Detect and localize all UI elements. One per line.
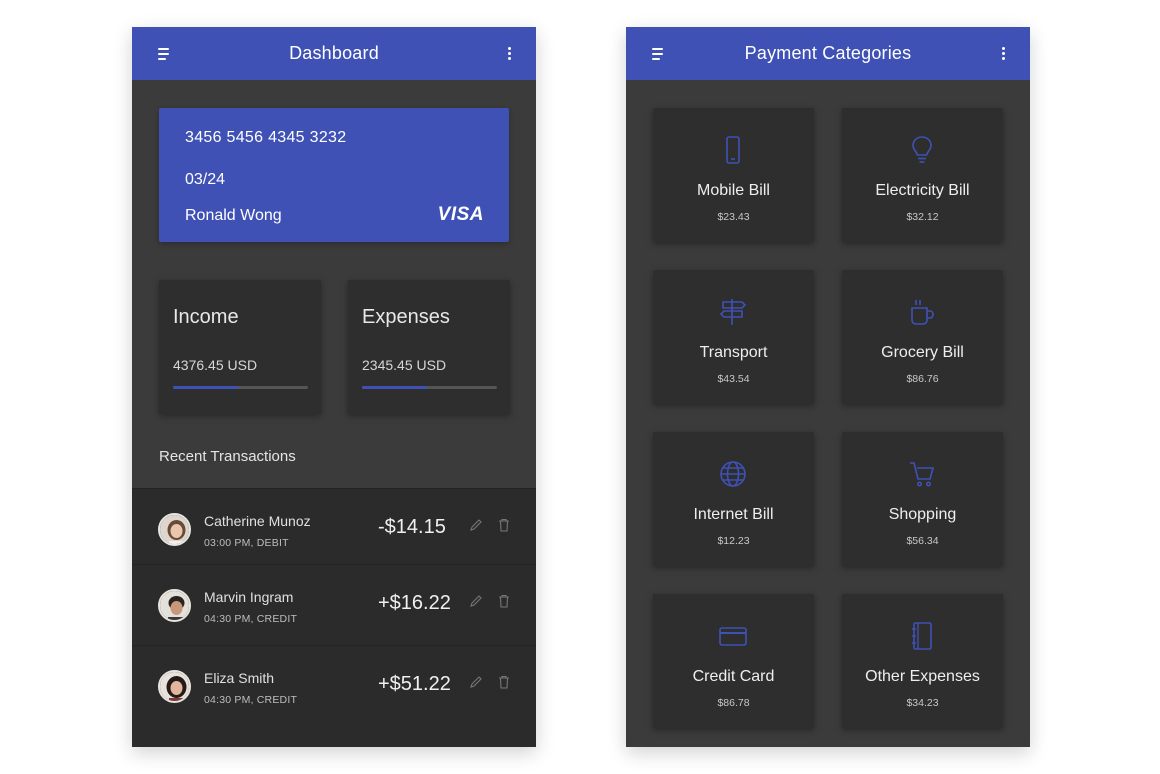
transaction-name: Eliza Smith: [204, 670, 275, 686]
category-name: Credit Card: [692, 668, 775, 685]
transaction-meta: 04:30 PM, CREDIT: [204, 613, 298, 625]
transaction-name: Marvin Ingram: [204, 589, 294, 605]
payment-categories-screen: Payment Categories Mobile Bill $23.43 El…: [626, 27, 1030, 747]
category-name: Electricity Bill: [875, 182, 970, 199]
transaction-row[interactable]: Catherine Munoz 03:00 PM, DEBIT -$14.15: [132, 488, 536, 563]
category-amount: $32.12: [906, 211, 939, 223]
category-amount: $86.76: [906, 373, 939, 385]
more-options-icon[interactable]: [1000, 47, 1006, 61]
expenses-label: Expenses: [362, 306, 450, 328]
category-credit-card[interactable]: Credit Card $86.78: [653, 594, 814, 728]
avatar: [158, 513, 191, 546]
income-progress-track: [173, 386, 308, 389]
card-holder-name: Ronald Wong: [185, 207, 282, 224]
category-name: Mobile Bill: [697, 182, 770, 199]
category-name: Other Expenses: [865, 668, 980, 685]
pencil-icon[interactable]: [469, 594, 483, 608]
expenses-progress-track: [362, 386, 497, 389]
category-internet-bill[interactable]: Internet Bill $12.23: [653, 432, 814, 566]
category-name: Internet Bill: [693, 506, 774, 523]
category-name: Grocery Bill: [881, 344, 964, 361]
signpost-icon: [719, 299, 747, 325]
recent-transactions-heading: Recent Transactions: [159, 448, 296, 465]
card-number: 3456 5456 4345 3232: [185, 129, 347, 146]
expenses-progress-fill: [362, 386, 427, 389]
categories-app-bar: Payment Categories: [626, 27, 1030, 80]
category-amount: $56.34: [906, 535, 939, 547]
income-amount: 4376.45 USD: [173, 357, 258, 373]
category-transport[interactable]: Transport $43.54: [653, 270, 814, 404]
category-amount: $34.23: [906, 697, 939, 709]
expenses-amount: 2345.45 USD: [362, 357, 447, 373]
transaction-meta: 04:30 PM, CREDIT: [204, 694, 298, 706]
visa-logo: VISA: [437, 204, 484, 225]
category-mobile-bill[interactable]: Mobile Bill $23.43: [653, 108, 814, 242]
transaction-amount: +$16.22: [378, 592, 451, 614]
transaction-meta: 03:00 PM, DEBIT: [204, 537, 289, 549]
category-amount: $12.23: [717, 535, 750, 547]
coffee-cup-icon: [911, 300, 934, 325]
trash-icon[interactable]: [498, 594, 510, 608]
category-shopping[interactable]: Shopping $56.34: [842, 432, 1003, 566]
transaction-amount: -$14.15: [378, 516, 446, 538]
page-title: Payment Categories: [744, 43, 912, 63]
transaction-row[interactable]: Eliza Smith 04:30 PM, CREDIT +$51.22: [132, 645, 536, 720]
category-grocery-bill[interactable]: Grocery Bill $86.76: [842, 270, 1003, 404]
mobile-phone-icon: [726, 136, 740, 164]
more-options-icon[interactable]: [506, 47, 512, 61]
trash-icon[interactable]: [498, 675, 510, 689]
notebook-icon: [912, 622, 932, 650]
category-name: Transport: [699, 344, 768, 361]
transaction-row[interactable]: Marvin Ingram 04:30 PM, CREDIT +$16.22: [132, 564, 536, 639]
avatar: [158, 670, 191, 703]
expenses-tile[interactable]: Expenses 2345.45 USD: [348, 280, 510, 414]
trash-icon[interactable]: [498, 518, 510, 532]
globe-icon: [720, 461, 746, 487]
income-tile[interactable]: Income 4376.45 USD: [159, 280, 321, 414]
avatar: [158, 589, 191, 622]
credit-card-panel[interactable]: 3456 5456 4345 3232 03/24 Ronald Wong VI…: [159, 108, 509, 242]
category-name: Shopping: [888, 506, 957, 523]
category-amount: $86.78: [717, 697, 750, 709]
shopping-cart-icon: [910, 462, 935, 487]
transaction-name: Catherine Munoz: [204, 513, 311, 529]
category-amount: $43.54: [717, 373, 750, 385]
category-other-expenses[interactable]: Other Expenses $34.23: [842, 594, 1003, 728]
dashboard-app-bar: Dashboard: [132, 27, 536, 80]
dashboard-screen: Dashboard 3456 5456 4345 3232 03/24 Rona…: [132, 27, 536, 747]
transaction-list: Catherine Munoz 03:00 PM, DEBIT -$14.15 …: [132, 488, 536, 747]
pencil-icon[interactable]: [469, 675, 483, 689]
income-label: Income: [173, 306, 239, 328]
category-electricity-bill[interactable]: Electricity Bill $32.12: [842, 108, 1003, 242]
category-amount: $23.43: [717, 211, 750, 223]
income-progress-fill: [173, 386, 238, 389]
credit-card-icon: [719, 627, 747, 646]
transaction-amount: +$51.22: [378, 673, 451, 695]
card-expiry: 03/24: [185, 171, 226, 188]
page-title: Dashboard: [289, 43, 379, 63]
light-bulb-icon: [912, 136, 932, 163]
pencil-icon[interactable]: [469, 518, 483, 532]
